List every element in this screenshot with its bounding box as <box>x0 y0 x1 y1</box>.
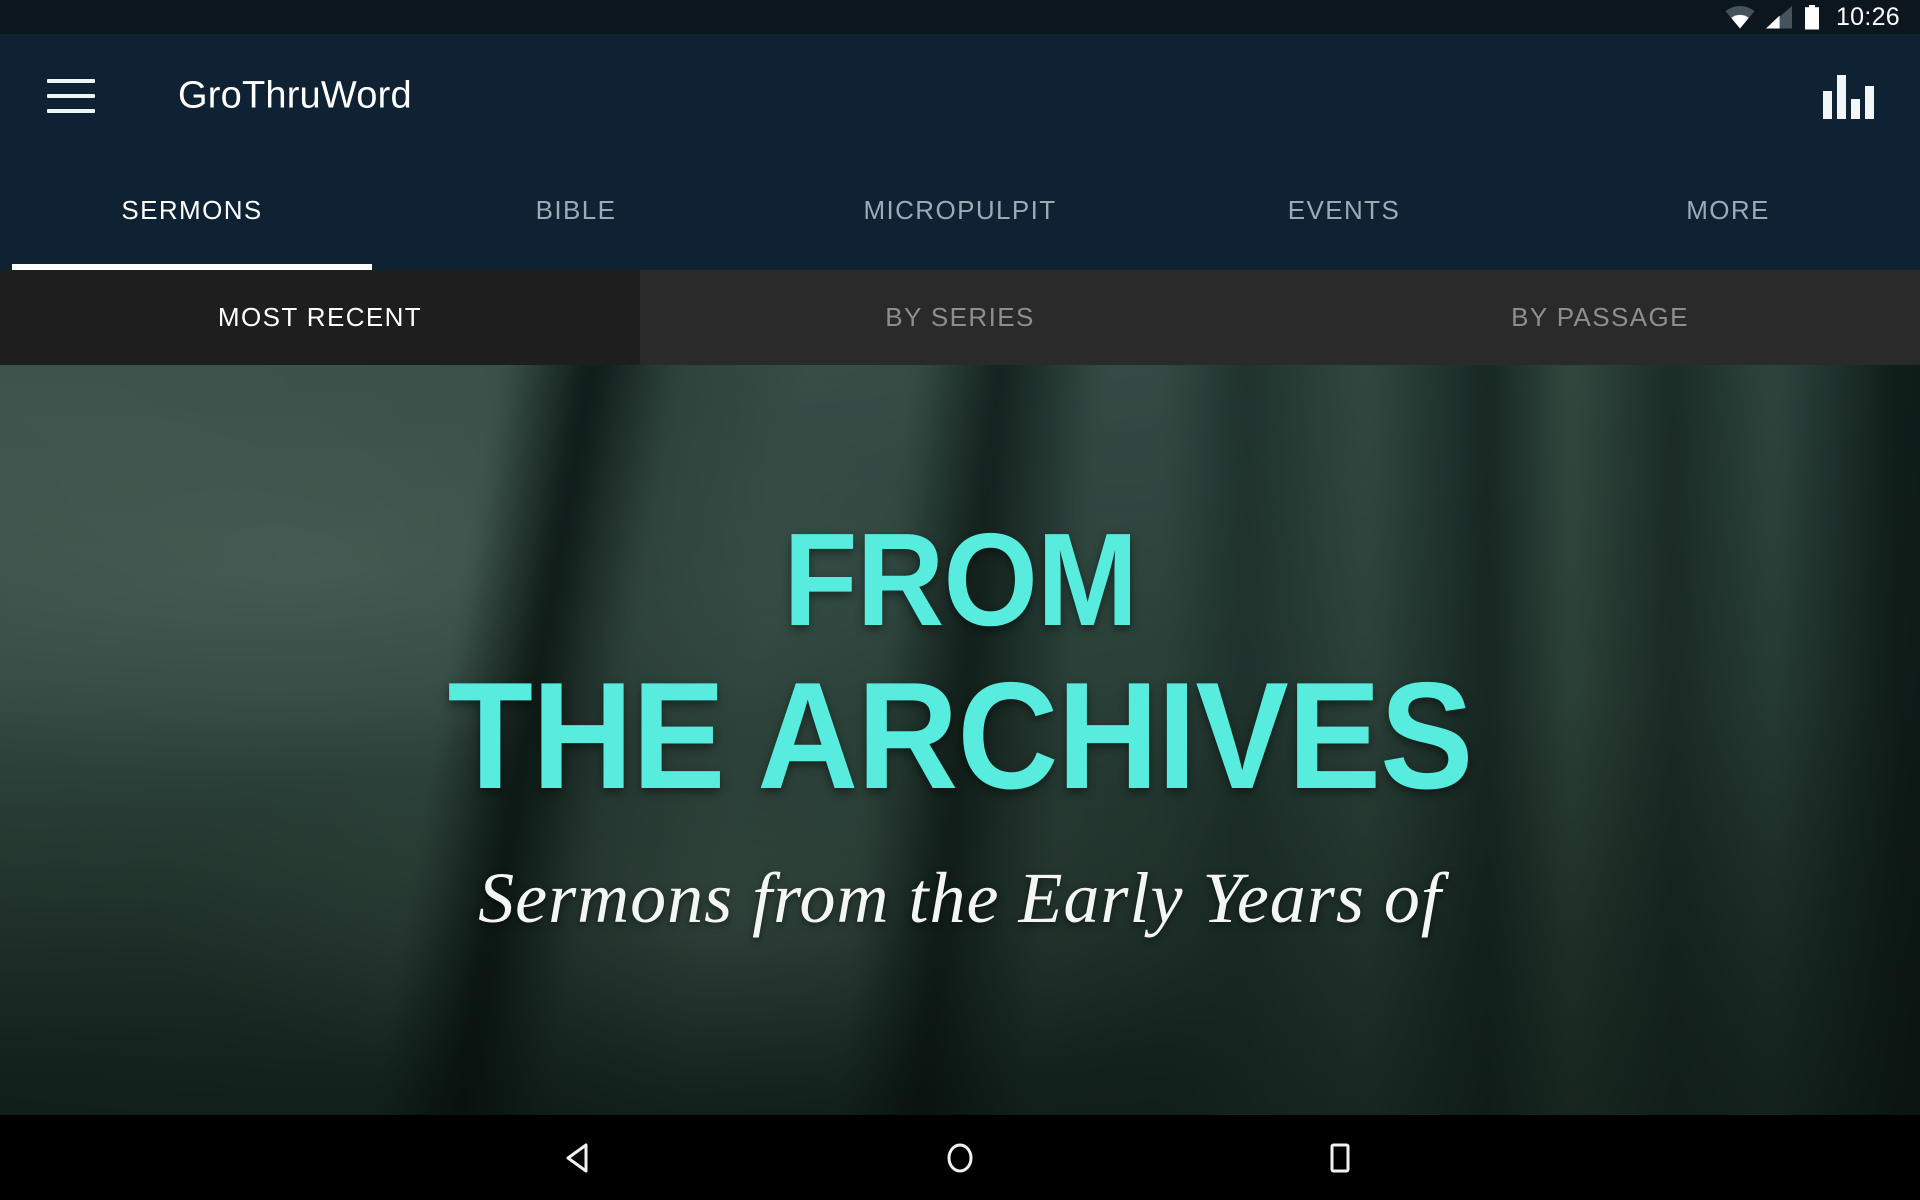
battery-icon <box>1804 4 1820 30</box>
tab-label: MORE <box>1686 194 1770 225</box>
tab-events[interactable]: EVENTS <box>1152 158 1536 270</box>
main-tab-bar: SERMONS BIBLE MICROPULPIT EVENTS MORE <box>0 158 1920 270</box>
tab-label: SERMONS <box>121 194 263 225</box>
tab-micropulpit[interactable]: MICROPULPIT <box>768 158 1152 270</box>
tab-label: BIBLE <box>535 194 617 225</box>
nav-back-button[interactable] <box>480 1115 680 1200</box>
tab-label: EVENTS <box>1287 194 1401 225</box>
app-screen: 10:26 GroThruWord SERMONS BIBLE MICROPUL… <box>0 0 1920 1200</box>
subtab-label: BY PASSAGE <box>1511 302 1689 332</box>
tab-sermons[interactable]: SERMONS <box>0 158 384 270</box>
status-bar-clock: 10:26 <box>1835 2 1900 31</box>
sub-tab-bar: MOST RECENT BY SERIES BY PASSAGE <box>0 270 1920 365</box>
tab-bible[interactable]: BIBLE <box>384 158 768 270</box>
hero-title-line-1: FROM <box>783 506 1138 653</box>
subtab-by-passage[interactable]: BY PASSAGE <box>1280 270 1920 365</box>
equalizer-icon[interactable] <box>1823 73 1875 119</box>
wifi-icon <box>1725 5 1755 29</box>
subtab-most-recent[interactable]: MOST RECENT <box>0 270 640 365</box>
status-bar: 10:26 <box>0 0 1920 34</box>
subtab-label: MOST RECENT <box>217 302 423 332</box>
hero-content: FROM THE ARCHIVES Sermons from the Early… <box>0 365 1920 1115</box>
featured-sermon-banner[interactable]: FROM THE ARCHIVES Sermons from the Early… <box>0 365 1920 1115</box>
tab-label: MICROPULPIT <box>863 194 1057 225</box>
app-bar: GroThruWord <box>0 34 1920 158</box>
tab-more[interactable]: MORE <box>1536 158 1920 270</box>
nav-recents-button[interactable] <box>1240 1115 1440 1200</box>
android-navigation-bar <box>0 1115 1920 1200</box>
subtab-label: BY SERIES <box>885 302 1035 332</box>
app-title: GroThruWord <box>178 74 412 117</box>
nav-home-button[interactable] <box>860 1115 1060 1200</box>
cellular-signal-icon <box>1765 5 1793 29</box>
subtab-by-series[interactable]: BY SERIES <box>640 270 1280 365</box>
hero-subtitle: Sermons from the Early Years of <box>478 858 1442 939</box>
hero-title-line-2: THE ARCHIVES <box>447 651 1474 822</box>
hamburger-menu-icon[interactable] <box>47 79 95 113</box>
